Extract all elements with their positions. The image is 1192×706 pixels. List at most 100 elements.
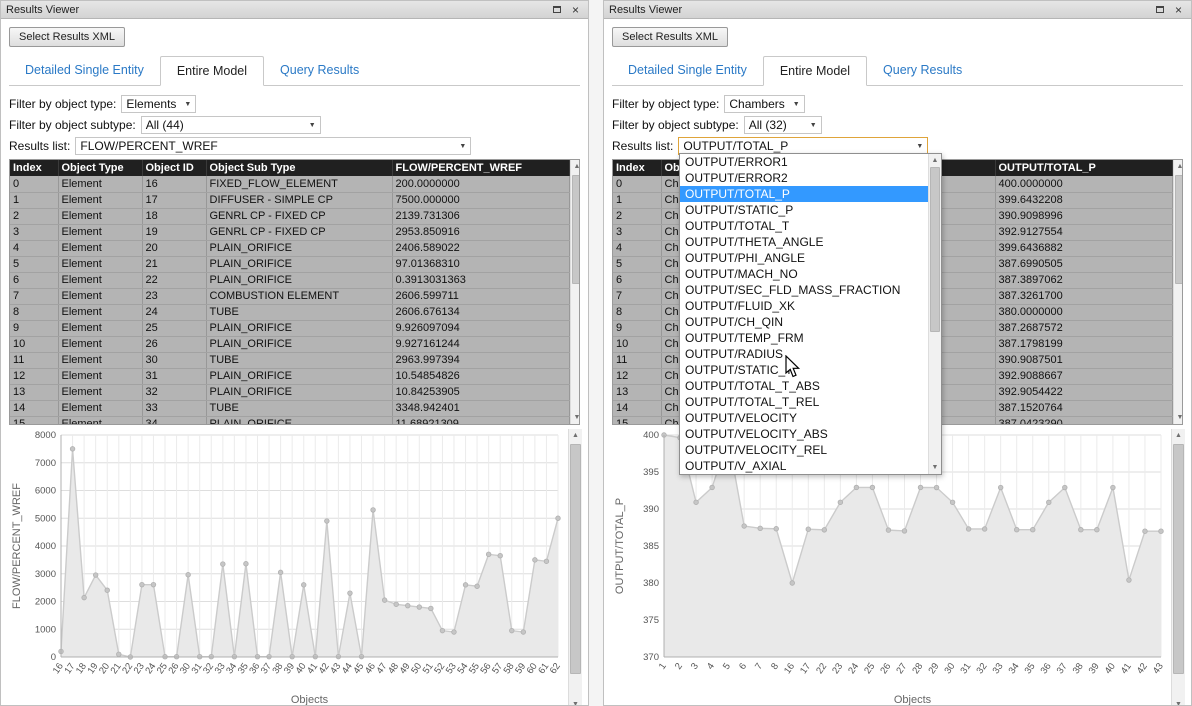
object-subtype-dropdown[interactable]: All (32) ▼ (744, 116, 822, 134)
scrollbar-thumb[interactable] (572, 175, 581, 284)
table-row[interactable]: 11Element30TUBE2963.997394 (10, 352, 569, 368)
tabbar: Detailed Single Entity Entire Model Quer… (9, 56, 580, 86)
object-type-dropdown[interactable]: Elements ▼ (121, 95, 196, 113)
chart-scrollbar[interactable]: ▲ ▼ (568, 429, 582, 706)
scrollbar-track[interactable] (571, 173, 581, 411)
chart-scrollbar[interactable]: ▲ ▼ (1171, 429, 1185, 706)
table-row[interactable]: 7Element23COMBUSTION ELEMENT2606.599711 (10, 288, 569, 304)
table-scrollbar[interactable]: ▲ ▼ (570, 160, 581, 424)
table-cell: 4 (613, 240, 661, 256)
table-cell: PLAIN_ORIFICE (206, 272, 392, 288)
dropdown-scrollbar[interactable]: ▲ ▼ (928, 154, 941, 474)
select-results-xml-button[interactable]: Select Results XML (9, 27, 125, 47)
tab-entire-model[interactable]: Entire Model (160, 56, 264, 86)
column-header[interactable]: Index (10, 160, 58, 176)
table-cell: 7500.000000 (392, 192, 569, 208)
column-header[interactable]: OUTPUT/TOTAL_P (995, 160, 1172, 176)
dropdown-item[interactable]: OUTPUT/V_AXIAL (680, 458, 928, 474)
table-row[interactable]: 10Element26PLAIN_ORIFICE9.927161244 (10, 336, 569, 352)
dropdown-item[interactable]: OUTPUT/VELOCITY (680, 410, 928, 426)
table-row[interactable]: 1Element17DIFFUSER - SIMPLE CP7500.00000… (10, 192, 569, 208)
scroll-up-icon[interactable]: ▲ (571, 160, 581, 173)
column-header[interactable]: Object ID (142, 160, 206, 176)
table-row[interactable]: 3Element19GENRL CP - FIXED CP2953.850916 (10, 224, 569, 240)
table-cell: 1 (10, 192, 58, 208)
scrollbar-thumb[interactable] (1173, 444, 1184, 674)
table-cell: 2406.589022 (392, 240, 569, 256)
object-subtype-dropdown[interactable]: All (44) ▼ (141, 116, 321, 134)
dropdown-item[interactable]: OUTPUT/ERROR1 (680, 154, 928, 170)
dropdown-item[interactable]: OUTPUT/TOTAL_T_ABS (680, 378, 928, 394)
table-row[interactable]: 2Element18GENRL CP - FIXED CP2139.731306 (10, 208, 569, 224)
dropdown-item[interactable]: OUTPUT/CH_QIN (680, 314, 928, 330)
table-scrollbar[interactable]: ▲ ▼ (1173, 160, 1184, 424)
table-cell: Element (58, 256, 142, 272)
scroll-up-icon[interactable]: ▲ (1172, 429, 1185, 442)
float-window-button[interactable] (1152, 3, 1167, 17)
dropdown-item[interactable]: OUTPUT/PHI_ANGLE (680, 250, 928, 266)
dropdown-item[interactable]: OUTPUT/TEMP_FRM (680, 330, 928, 346)
close-button[interactable]: × (1171, 3, 1186, 17)
scroll-down-icon[interactable]: ▼ (571, 411, 581, 424)
tab-detailed-single-entity[interactable]: Detailed Single Entity (612, 56, 763, 86)
column-header[interactable]: Index (613, 160, 661, 176)
scrollbar-thumb[interactable] (1175, 175, 1184, 284)
dropdown-item[interactable]: OUTPUT/MACH_NO (680, 266, 928, 282)
results-list-dropdown[interactable]: FLOW/PERCENT_WREF ▼ (75, 137, 471, 155)
dropdown-item[interactable]: OUTPUT/TOTAL_P (680, 186, 928, 202)
dropdown-item[interactable]: OUTPUT/STATIC_T (680, 362, 928, 378)
table-cell: 2 (613, 208, 661, 224)
table-row[interactable]: 8Element24TUBE2606.676134 (10, 304, 569, 320)
tab-query-results[interactable]: Query Results (264, 56, 375, 86)
dropdown-item[interactable]: OUTPUT/ERROR2 (680, 170, 928, 186)
scrollbar-track[interactable] (929, 167, 941, 461)
table-row[interactable]: 15Element34PLAIN_ORIFICE11.68921309 (10, 416, 569, 425)
table-row[interactable]: 9Element25PLAIN_ORIFICE9.926097094 (10, 320, 569, 336)
scroll-down-icon[interactable]: ▼ (1174, 411, 1184, 424)
panel-titlebar[interactable]: Results Viewer × (604, 1, 1191, 19)
tab-query-results[interactable]: Query Results (867, 56, 978, 86)
float-window-button[interactable] (549, 3, 564, 17)
column-header[interactable]: Object Type (58, 160, 142, 176)
dropdown-item[interactable]: OUTPUT/THETA_ANGLE (680, 234, 928, 250)
scroll-down-icon[interactable]: ▼ (1172, 698, 1185, 706)
table-row[interactable]: 13Element32PLAIN_ORIFICE10.84253905 (10, 384, 569, 400)
svg-text:4000: 4000 (35, 541, 56, 552)
scrollbar-track[interactable] (569, 442, 582, 698)
dropdown-item[interactable]: OUTPUT/SEC_FLD_MASS_FRACTION (680, 282, 928, 298)
scrollbar-thumb[interactable] (930, 167, 940, 332)
table-row[interactable]: 6Element22PLAIN_ORIFICE0.3913031363 (10, 272, 569, 288)
panel-titlebar[interactable]: Results Viewer × (1, 1, 588, 19)
scroll-up-icon[interactable]: ▲ (929, 154, 941, 167)
dropdown-item[interactable]: OUTPUT/FLUID_XK (680, 298, 928, 314)
table-row[interactable]: 12Element31PLAIN_ORIFICE10.54854826 (10, 368, 569, 384)
dropdown-item[interactable]: OUTPUT/TOTAL_T_REL (680, 394, 928, 410)
tab-entire-model[interactable]: Entire Model (763, 56, 867, 86)
scrollbar-thumb[interactable] (570, 444, 581, 674)
column-header[interactable]: FLOW/PERCENT_WREF (392, 160, 569, 176)
results-list-label: Results list: (9, 139, 70, 153)
panel-splitter[interactable] (589, 0, 603, 706)
select-results-xml-button[interactable]: Select Results XML (612, 27, 728, 47)
scroll-up-icon[interactable]: ▲ (569, 429, 582, 442)
scroll-up-icon[interactable]: ▲ (1174, 160, 1184, 173)
scroll-down-icon[interactable]: ▼ (569, 698, 582, 706)
table-cell: 13 (10, 384, 58, 400)
dropdown-item[interactable]: OUTPUT/STATIC_P (680, 202, 928, 218)
scrollbar-track[interactable] (1174, 173, 1184, 411)
object-type-dropdown[interactable]: Chambers ▼ (724, 95, 804, 113)
table-row[interactable]: 5Element21PLAIN_ORIFICE97.01368310 (10, 256, 569, 272)
panel-title: Results Viewer (6, 4, 545, 16)
column-header[interactable]: Object Sub Type (206, 160, 392, 176)
scroll-down-icon[interactable]: ▼ (929, 461, 941, 474)
dropdown-item[interactable]: OUTPUT/VELOCITY_ABS (680, 426, 928, 442)
table-row[interactable]: 14Element33TUBE3348.942401 (10, 400, 569, 416)
close-button[interactable]: × (568, 3, 583, 17)
table-row[interactable]: 0Element16FIXED_FLOW_ELEMENT200.0000000 (10, 176, 569, 192)
dropdown-item[interactable]: OUTPUT/TOTAL_T (680, 218, 928, 234)
scrollbar-track[interactable] (1172, 442, 1185, 698)
dropdown-item[interactable]: OUTPUT/RADIUS (680, 346, 928, 362)
tab-detailed-single-entity[interactable]: Detailed Single Entity (9, 56, 160, 86)
dropdown-item[interactable]: OUTPUT/VELOCITY_REL (680, 442, 928, 458)
table-row[interactable]: 4Element20PLAIN_ORIFICE2406.589022 (10, 240, 569, 256)
